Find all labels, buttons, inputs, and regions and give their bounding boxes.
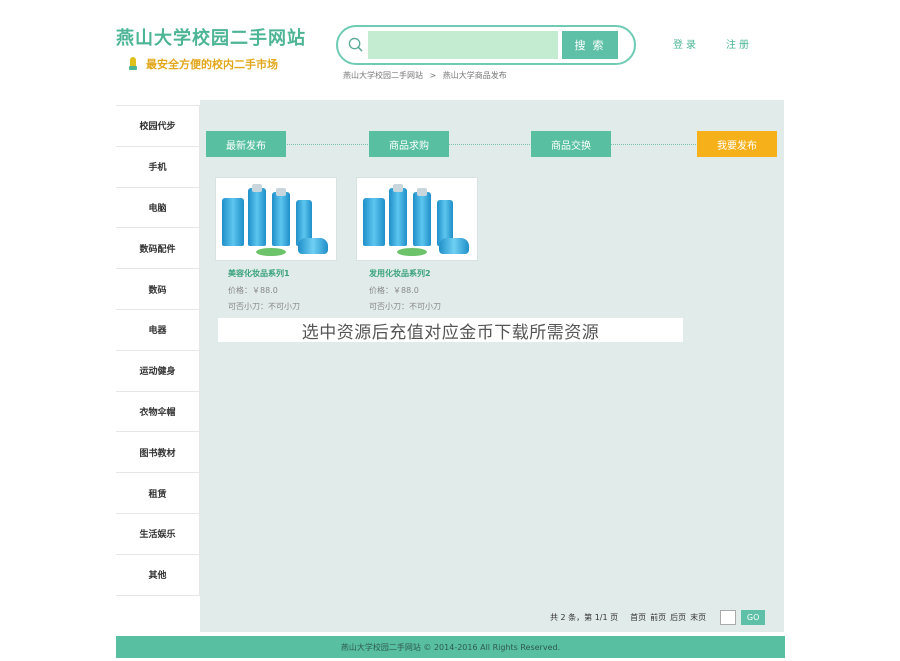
tab-exchange[interactable]: 商品交换 bbox=[531, 131, 611, 157]
site-slogan: 最安全方便的校内二手市场 bbox=[146, 58, 278, 71]
product-image[interactable] bbox=[356, 177, 478, 261]
first-page-link[interactable]: 首页 bbox=[630, 612, 646, 623]
breadcrumb-separator: > bbox=[429, 71, 437, 80]
sidebar-item-digital[interactable]: 数码 bbox=[116, 269, 200, 310]
search-bar: 搜 索 bbox=[336, 25, 636, 65]
sidebar-item-computers[interactable]: 电脑 bbox=[116, 187, 200, 229]
next-page-link[interactable]: 后页 bbox=[670, 612, 686, 623]
pagination-summary: 共 2 条，第 1/1 页 bbox=[550, 613, 619, 622]
product-bargain: 可否小刀：不可小刀 bbox=[369, 302, 441, 311]
tab-publish[interactable]: 我要发布 bbox=[697, 131, 777, 157]
product-title[interactable]: 发用化妆品系列2 bbox=[369, 268, 478, 279]
sidebar-item-appliances[interactable]: 电器 bbox=[116, 309, 200, 351]
tab-wanted[interactable]: 商品求购 bbox=[369, 131, 449, 157]
product-title[interactable]: 美容化妆品系列1 bbox=[228, 268, 337, 279]
footer: 燕山大学校园二手网站 © 2014-2016 All Rights Reserv… bbox=[116, 636, 785, 658]
product-card[interactable]: 美容化妆品系列1 价格：￥88.0 可否小刀：不可小刀 bbox=[215, 177, 337, 312]
last-page-link[interactable]: 末页 bbox=[690, 612, 706, 623]
sidebar-item-clothing[interactable]: 衣物伞帽 bbox=[116, 391, 200, 433]
page-number-input[interactable] bbox=[720, 610, 737, 625]
category-sidebar: 校园代步 手机 电脑 数码配件 数码 电器 运动健身 衣物伞帽 图书教材 租赁 … bbox=[116, 105, 200, 596]
sidebar-item-phones[interactable]: 手机 bbox=[116, 146, 200, 188]
product-image[interactable] bbox=[215, 177, 337, 261]
sidebar-item-other[interactable]: 其他 bbox=[116, 554, 200, 596]
register-link[interactable]: 注册 bbox=[726, 36, 752, 51]
product-card[interactable]: 发用化妆品系列2 价格：￥88.0 可否小刀：不可小刀 bbox=[356, 177, 478, 312]
tab-divider-line bbox=[206, 144, 776, 145]
sidebar-item-rental[interactable]: 租赁 bbox=[116, 473, 200, 514]
site-title: 燕山大学校园二手网站 bbox=[116, 28, 306, 49]
product-price: 价格：￥88.0 bbox=[228, 286, 278, 295]
login-link[interactable]: 登录 bbox=[673, 36, 699, 51]
breadcrumb: 燕山大学校园二手网站 > 燕山大学商品发布 bbox=[343, 70, 511, 81]
sidebar-item-sports[interactable]: 运动健身 bbox=[116, 350, 200, 392]
raised-hand-icon bbox=[126, 57, 140, 71]
breadcrumb-home-link[interactable]: 燕山大学校园二手网站 bbox=[343, 71, 423, 80]
site-slogan-row: 最安全方便的校内二手市场 bbox=[116, 56, 316, 72]
product-bargain: 可否小刀：不可小刀 bbox=[228, 302, 300, 311]
go-button[interactable]: GO bbox=[741, 610, 766, 625]
sidebar-item-entertainment[interactable]: 生活娱乐 bbox=[116, 513, 200, 555]
site-logo[interactable]: 燕山大学校园二手网站 最安全方便的校内二手市场 bbox=[116, 28, 316, 72]
main-panel: 最新发布 商品求购 商品交换 我要发布 美容化妆品系列1 价格：￥88.0 可否… bbox=[200, 100, 784, 632]
sidebar-item-digital-accessories[interactable]: 数码配件 bbox=[116, 228, 200, 270]
search-input[interactable] bbox=[368, 31, 558, 59]
breadcrumb-current: 燕山大学商品发布 bbox=[442, 71, 507, 80]
watermark-banner: 选中资源后充值对应金币下载所需资源 bbox=[218, 318, 683, 343]
sidebar-item-books[interactable]: 图书教材 bbox=[116, 432, 200, 474]
search-button[interactable]: 搜 索 bbox=[562, 31, 618, 59]
prev-page-link[interactable]: 前页 bbox=[650, 612, 666, 623]
pagination: 共 2 条，第 1/1 页 首页 前页 后页 末页 GO bbox=[550, 610, 766, 625]
sidebar-item-campus-transport[interactable]: 校园代步 bbox=[116, 106, 200, 147]
tab-latest[interactable]: 最新发布 bbox=[206, 131, 286, 157]
product-price: 价格：￥88.0 bbox=[369, 286, 419, 295]
search-icon bbox=[348, 37, 363, 52]
